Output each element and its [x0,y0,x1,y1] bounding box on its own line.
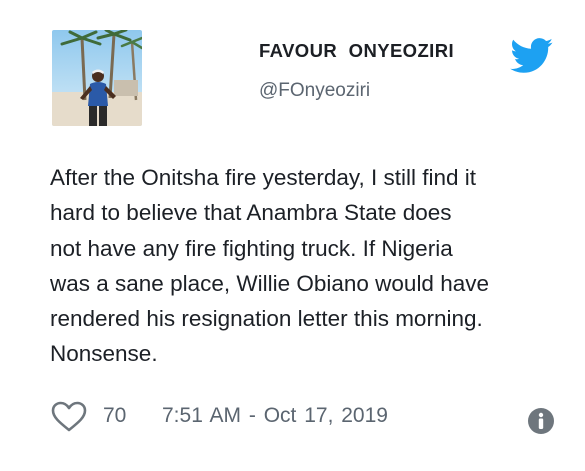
tweet-timestamp[interactable]: 7:51 AM - Oct 17, 2019 [162,404,388,428]
like-count: 70 [103,404,127,427]
avatar[interactable] [52,30,142,126]
tweet-card: FAVOUR ONYEOZIRI @FOnyeoziri After the O… [0,0,585,471]
info-circle-icon[interactable] [527,407,555,435]
display-name[interactable]: FAVOUR ONYEOZIRI [259,40,454,62]
user-handle[interactable]: @FOnyeoziri [259,80,370,102]
avatar-image [52,30,142,126]
tweet-footer: 70 7:51 AM - Oct 17, 2019 [0,398,585,438]
heart-outline-icon[interactable] [51,401,87,433]
tweet-text: After the Onitsha fire yesterday, I stil… [50,165,489,367]
twitter-bird-icon[interactable] [510,38,554,74]
